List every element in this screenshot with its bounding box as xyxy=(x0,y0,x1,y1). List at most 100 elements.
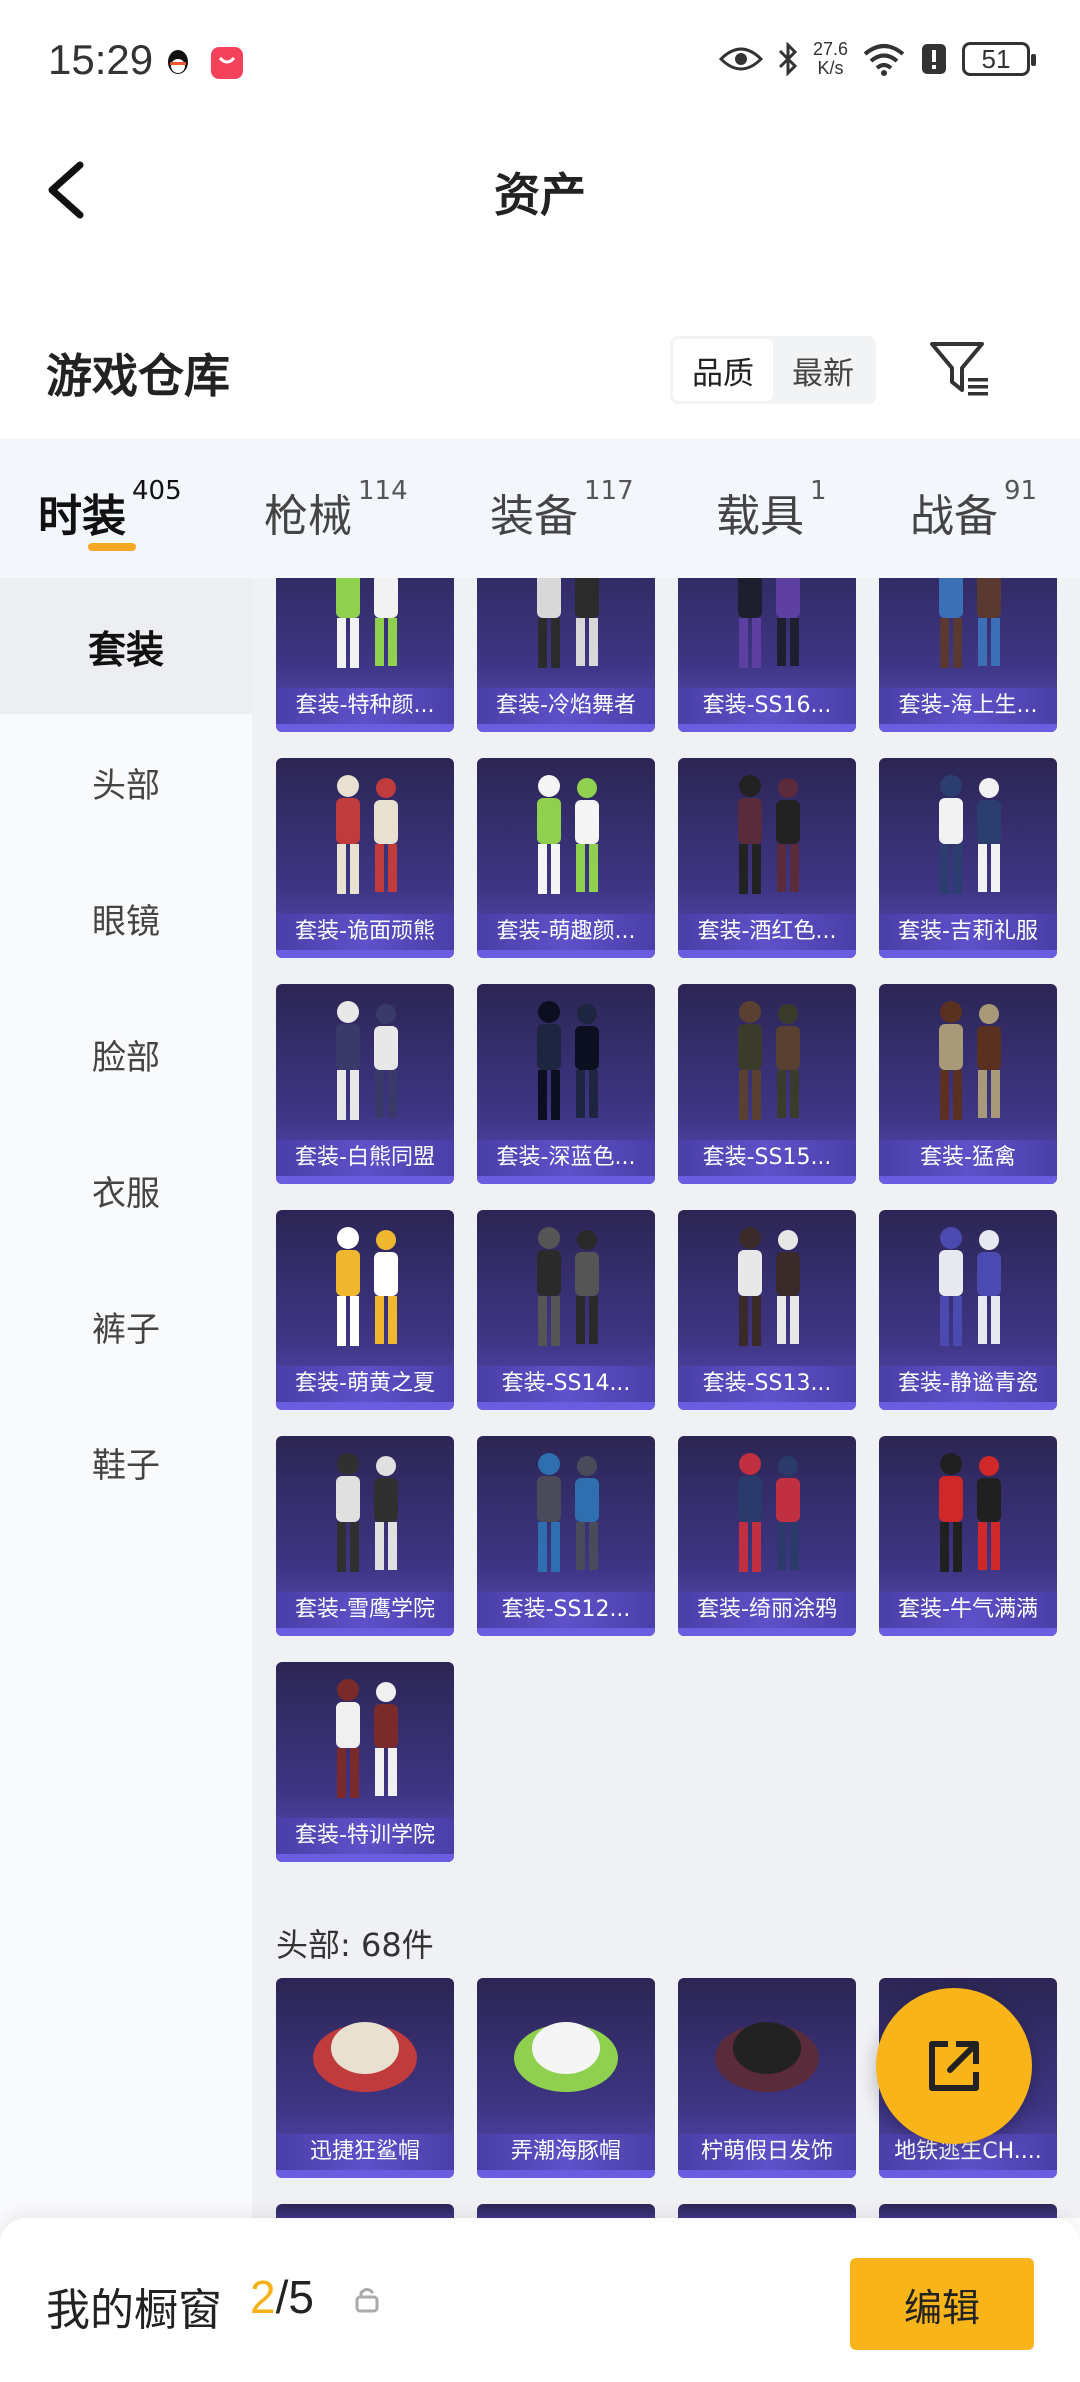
sidebar-item-suits[interactable]: 套装 xyxy=(0,578,252,714)
item-name-label: 套装-特种颜... xyxy=(276,688,454,724)
category-tabs: 时装 405 枪械 114 装备 117 载具 1 战备 91 xyxy=(0,438,1080,578)
suit-item-card[interactable]: 套装-白熊同盟 xyxy=(276,984,454,1184)
next-item-card[interactable] xyxy=(477,2204,655,2218)
rarity-bar xyxy=(477,950,655,958)
rarity-bar xyxy=(678,1402,856,1410)
eye-icon xyxy=(718,47,763,71)
system-icons: 27.6 K/s 51 xyxy=(718,39,1036,78)
suit-item-card[interactable]: 套装-海上生... xyxy=(879,578,1057,732)
outfit-thumbnail xyxy=(939,1453,1001,1572)
notification-icons xyxy=(164,46,244,80)
share-icon xyxy=(929,2041,979,2091)
rarity-bar xyxy=(276,724,454,732)
share-floating-button[interactable] xyxy=(876,1988,1032,2144)
suit-item-card[interactable]: 套装-酒红色... xyxy=(678,758,856,958)
showcase-label: 我的橱窗 xyxy=(46,2285,222,2336)
item-name-label: 套装-白熊同盟 xyxy=(276,1140,454,1176)
suit-item-card[interactable]: 套装-冷焰舞者 xyxy=(477,578,655,732)
item-name-label: 套装-吉莉礼服 xyxy=(879,914,1057,950)
sidebar-item-shoes[interactable]: 鞋子 xyxy=(0,1394,252,1530)
item-name-label: 套装-诡面顽熊 xyxy=(276,914,454,950)
active-tab-indicator xyxy=(88,543,136,551)
filter-icon[interactable] xyxy=(928,338,992,402)
status-bar: 15:29 27.6 K/s 51 xyxy=(0,0,1080,125)
rarity-bar xyxy=(879,950,1057,958)
rarity-bar xyxy=(678,1176,856,1184)
wifi-icon xyxy=(863,44,905,76)
sort-toggle: 品质 最新 xyxy=(670,336,876,404)
rarity-bar xyxy=(276,1854,454,1862)
suit-item-card[interactable]: 套装-雪鹰学院 xyxy=(276,1436,454,1636)
sidebar-item-clothes[interactable]: 衣服 xyxy=(0,1122,252,1258)
next-item-card[interactable] xyxy=(879,2204,1057,2218)
outfit-thumbnail xyxy=(738,775,800,894)
item-name-label: 套装-SS14... xyxy=(477,1366,655,1402)
head-item-card[interactable]: 迅捷狂鲨帽 xyxy=(276,1978,454,2178)
next-item-card[interactable] xyxy=(678,2204,856,2218)
alert-icon xyxy=(922,44,946,74)
sidebar-item-face[interactable]: 脸部 xyxy=(0,986,252,1122)
rarity-bar xyxy=(477,2170,655,2178)
warehouse-title: 游戏仓库 xyxy=(46,349,230,403)
item-name-label: 套装-SS15... xyxy=(678,1140,856,1176)
suit-item-card[interactable]: 套装-SS16... xyxy=(678,578,856,732)
network-speed: 27.6 K/s xyxy=(812,39,848,78)
outfit-thumbnail xyxy=(336,1453,398,1572)
sidebar-item-glasses[interactable]: 眼镜 xyxy=(0,850,252,986)
head-item-card[interactable]: 柠萌假日发饰 xyxy=(678,1978,856,2178)
suit-item-card[interactable]: 套装-深蓝色... xyxy=(477,984,655,1184)
suit-item-card[interactable]: 套装-SS15... xyxy=(678,984,856,1184)
suit-item-card[interactable]: 套装-萌黄之夏 xyxy=(276,1210,454,1410)
sidebar-item-head[interactable]: 头部 xyxy=(0,714,252,850)
tab-firearms[interactable]: 枪械 114 xyxy=(264,476,408,544)
outfit-thumbnail xyxy=(537,1453,599,1572)
rarity-bar xyxy=(477,724,655,732)
bluetooth-icon xyxy=(778,42,798,76)
subcategory-sidebar: 套装 头部 眼镜 脸部 衣服 裤子 鞋子 xyxy=(0,578,252,2248)
suit-item-card[interactable]: 套装-SS12... xyxy=(477,1436,655,1636)
outfit-thumbnail xyxy=(537,775,599,894)
rarity-bar xyxy=(879,724,1057,732)
rarity-bar xyxy=(678,2170,856,2178)
item-name-label: 套装-萌黄之夏 xyxy=(276,1366,454,1402)
suit-item-card[interactable]: 套装-SS14... xyxy=(477,1210,655,1410)
suit-item-card[interactable]: 套装-特训学院 xyxy=(276,1662,454,1862)
item-name-label: 柠萌假日发饰 xyxy=(678,2134,856,2170)
item-name-label: 套装-雪鹰学院 xyxy=(276,1592,454,1628)
suit-item-card[interactable]: 套装-萌趣颜... xyxy=(477,758,655,958)
rarity-bar xyxy=(678,950,856,958)
sort-quality-button[interactable]: 品质 xyxy=(673,339,773,401)
suit-item-card[interactable]: 套装-吉莉礼服 xyxy=(879,758,1057,958)
headwear-thumbnail xyxy=(715,2022,819,2092)
top-nav: 资产 xyxy=(0,125,1080,250)
tab-equipment[interactable]: 装备 117 xyxy=(490,476,634,544)
outfit-thumbnail xyxy=(336,1679,398,1798)
item-name-label: 套装-SS12... xyxy=(477,1592,655,1628)
suit-item-card[interactable]: 套装-特种颜... xyxy=(276,578,454,732)
outfit-thumbnail xyxy=(738,1001,800,1120)
suit-item-card[interactable]: 套装-牛气满满 xyxy=(879,1436,1057,1636)
item-name-label: 套装-酒红色... xyxy=(678,914,856,950)
suit-item-card[interactable]: 套装-静谧青瓷 xyxy=(879,1210,1057,1410)
suit-item-card[interactable]: 套装-诡面顽熊 xyxy=(276,758,454,958)
showcase-footer: 我的橱窗 2/5 编辑 xyxy=(0,2218,1080,2382)
edit-button[interactable]: 编辑 xyxy=(850,2258,1034,2350)
tab-combat-supplies[interactable]: 战备 91 xyxy=(910,476,1037,544)
outfit-thumbnail xyxy=(537,578,599,668)
qq-icon xyxy=(168,50,188,74)
head-item-card[interactable]: 弄潮海豚帽 xyxy=(477,1978,655,2178)
outfit-thumbnail xyxy=(336,775,398,894)
sort-newest-button[interactable]: 最新 xyxy=(773,339,873,401)
suit-item-card[interactable]: 套装-SS13... xyxy=(678,1210,856,1410)
rarity-bar xyxy=(276,1176,454,1184)
item-name-label: 套装-静谧青瓷 xyxy=(879,1366,1057,1402)
suit-item-card[interactable]: 套装-绮丽涂鸦 xyxy=(678,1436,856,1636)
item-name-label: 套装-冷焰舞者 xyxy=(477,688,655,724)
status-time: 15:29 xyxy=(48,36,154,83)
next-item-card[interactable] xyxy=(276,2204,454,2218)
sidebar-item-pants[interactable]: 裤子 xyxy=(0,1258,252,1394)
tab-vehicles[interactable]: 载具 1 xyxy=(716,476,827,544)
suit-item-card[interactable]: 套装-猛禽 xyxy=(879,984,1057,1184)
rarity-bar xyxy=(879,1402,1057,1410)
tab-fashion[interactable]: 时装 405 xyxy=(38,476,182,544)
